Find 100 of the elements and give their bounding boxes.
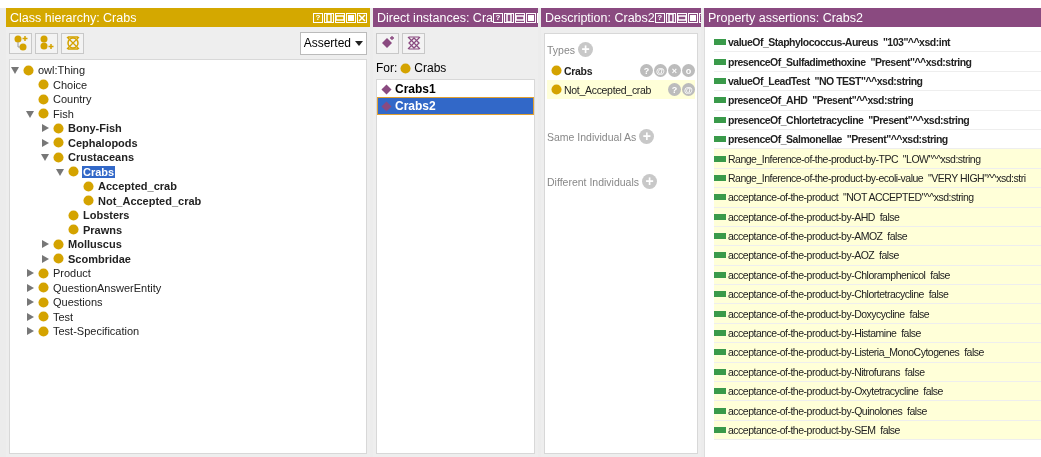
tree-item[interactable]: Cephalopods — [67, 136, 139, 149]
class-icon — [38, 79, 49, 91]
property-icon — [714, 136, 726, 143]
help-button[interactable]: ? — [493, 12, 503, 23]
expand-arrow-icon[interactable] — [25, 326, 35, 337]
expand-arrow-icon[interactable] — [40, 137, 50, 148]
maximize-button[interactable] — [526, 12, 536, 23]
tree-item[interactable]: Product — [52, 267, 92, 280]
property-icon — [714, 310, 726, 317]
tree-item[interactable]: Choice — [52, 78, 89, 91]
tree-item[interactable]: Crustaceans — [67, 151, 136, 164]
expand-arrow-icon[interactable] — [25, 268, 35, 279]
collapse-arrow-icon[interactable] — [25, 108, 35, 119]
class-name: Crabs — [414, 61, 447, 75]
tree-item[interactable]: Scombridae — [67, 252, 132, 265]
tree-item[interactable]: Country — [52, 93, 93, 106]
tree-item[interactable]: Lobsters — [82, 209, 131, 222]
property-icon — [714, 97, 726, 104]
tree-item[interactable]: Crabs — [82, 165, 116, 178]
class-icon — [38, 267, 49, 279]
property-row[interactable]: presenceOf_Chlortetracycline "Present"^^xsd:string — [714, 110, 1041, 130]
property-row[interactable]: valueOf_LeadTest "NO TEST"^^xsd:string — [714, 71, 1041, 92]
delete-icon — [405, 35, 422, 51]
panel-title: Class hierarchy: Crabs — [10, 10, 137, 25]
property-row[interactable]: acceptance-of-the-product-by-Chlortetracycline false — [714, 285, 1041, 305]
property-row[interactable]: acceptance-of-the-product-by-SEM false — [714, 420, 1041, 441]
section-label: Different Individuals — [547, 175, 640, 188]
tree-item[interactable]: Fish — [52, 107, 75, 120]
section-label: Types — [547, 43, 575, 56]
expand-arrow-icon[interactable] — [40, 239, 50, 250]
property-row[interactable]: acceptance-of-the-product-by-Chloramphenicol false — [714, 265, 1041, 286]
instance-item[interactable]: Crabs1 — [378, 81, 533, 97]
tree-item[interactable]: owl:Thing — [37, 64, 87, 77]
section-label: Same Individual As — [547, 130, 637, 143]
property-row[interactable]: acceptance-of-the-product-by-Nitrofurans false — [714, 362, 1041, 383]
panel-title: Description: Crabs2 — [545, 10, 655, 25]
tree-item[interactable]: Questions — [52, 296, 104, 309]
property-icon — [714, 155, 726, 162]
minimize-button[interactable] — [676, 12, 687, 23]
property-row[interactable]: presenceOf_Sulfadimethoxine "Present"^^xsd:string — [714, 52, 1041, 72]
property-icon — [714, 174, 726, 181]
class-icon — [38, 282, 49, 294]
expand-arrow-icon[interactable] — [25, 311, 35, 322]
property-row[interactable]: acceptance-of-the-product-by-Quinolones false — [714, 401, 1041, 421]
property-icon — [714, 77, 726, 84]
tree-item[interactable]: Accepted_crab — [97, 180, 178, 193]
collapse-arrow-icon[interactable] — [55, 166, 65, 177]
property-row[interactable]: Range_Inference-of-the-product-by-ecoli-value "VERY HIGH"^^xsd:stri — [714, 168, 1041, 189]
class-icon — [38, 296, 49, 308]
tree-item[interactable]: QuestionAnswerEntity — [52, 281, 163, 294]
tree-item[interactable]: Test-Specification — [52, 325, 141, 338]
expand-arrow-icon[interactable] — [25, 297, 35, 308]
minimize-button[interactable] — [515, 12, 525, 23]
class-icon — [38, 108, 49, 120]
instance-item[interactable]: Crabs2 — [378, 98, 533, 114]
add-subclass-icon — [12, 35, 29, 51]
delete-individual-button[interactable] — [402, 32, 425, 54]
help-button[interactable]: ? — [654, 12, 665, 23]
class-icon — [551, 84, 562, 95]
property-row[interactable]: Range_Inference-of-the-product-by-TPC "LOW"^^xsd:string — [714, 149, 1041, 169]
property-icon — [714, 271, 726, 278]
class-icon — [53, 122, 64, 134]
collapse-arrow-icon[interactable] — [10, 65, 20, 76]
property-row[interactable]: acceptance-of-the-product "NOT ACCEPTED"^^xsd:string — [714, 188, 1041, 208]
tree-item[interactable]: Not_Accepted_crab — [97, 194, 203, 207]
property-row[interactable]: presenceOf_AHD "Present"^^xsd:string — [714, 91, 1041, 111]
tree-item[interactable]: Molluscus — [67, 238, 123, 251]
property-row[interactable]: valueOf_Staphylococcus-Aureus "103"^^xsd:int — [714, 33, 1041, 53]
expand-arrow-icon[interactable] — [40, 123, 50, 134]
class-icon — [53, 151, 64, 163]
expand-arrow-icon[interactable] — [40, 253, 50, 264]
class-icon — [53, 238, 64, 250]
property-icon — [714, 407, 726, 414]
property-icon — [714, 58, 726, 65]
expand-arrow-icon[interactable] — [25, 282, 35, 293]
tree-item[interactable]: Prawns — [82, 223, 124, 236]
property-row[interactable]: acceptance-of-the-product-by-Listeria_MonoCytogenes false — [714, 343, 1041, 363]
mode-dropdown[interactable]: Asserted — [299, 31, 367, 55]
property-row[interactable]: acceptance-of-the-product-by-Doxycycline false — [714, 304, 1041, 324]
add-individual-button[interactable] — [376, 32, 399, 54]
property-icon — [714, 368, 726, 375]
add-sibling-icon — [38, 35, 55, 51]
individual-icon — [381, 100, 392, 112]
panel-title: Direct instances: Cra — [377, 10, 493, 25]
type-entry: Crabs ? @ × o — [547, 61, 695, 80]
property-row[interactable]: acceptance-of-the-product-by-AHD false — [714, 207, 1041, 227]
split-button[interactable] — [665, 12, 676, 23]
property-row[interactable]: acceptance-of-the-product-by-Histamine false — [714, 323, 1041, 344]
maximize-button[interactable] — [687, 12, 698, 23]
panel-title: Property assertions: Crabs2 — [708, 10, 863, 25]
property-row[interactable]: acceptance-of-the-product-by-Oxytetracycline false — [714, 382, 1041, 402]
tree-item[interactable]: Bony-Fish — [67, 122, 123, 135]
class-icon — [23, 64, 34, 76]
tree-item[interactable]: Test — [52, 310, 75, 323]
split-button[interactable] — [504, 12, 514, 23]
class-icon — [551, 65, 562, 76]
individual-icon — [381, 83, 392, 95]
property-row[interactable]: acceptance-of-the-product-by-AMOZ false — [714, 226, 1041, 247]
collapse-arrow-icon[interactable] — [40, 152, 50, 163]
property-row[interactable]: acceptance-of-the-product-by-AOZ false — [714, 246, 1041, 266]
